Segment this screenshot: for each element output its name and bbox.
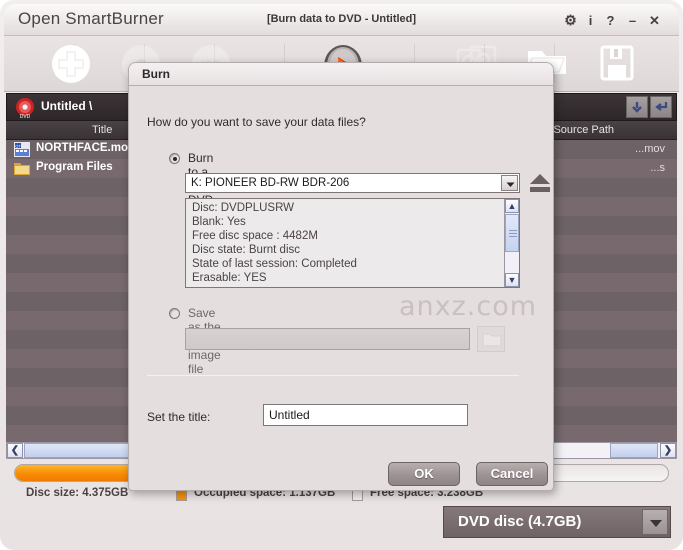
help-icon[interactable]: ? xyxy=(602,12,619,29)
drive-value: K: PIONEER BD-RW BDR-206 xyxy=(191,177,350,189)
floppy-save-icon xyxy=(600,45,634,81)
move-down-button[interactable] xyxy=(626,96,648,118)
title-input[interactable]: Untitled xyxy=(263,404,468,426)
disc-info-line: Free disc space : 4482M xyxy=(192,230,318,242)
disc-info-line: State of last session: Completed xyxy=(192,258,357,270)
disc-size-label: Disc size: 4.375GB xyxy=(26,487,129,499)
dialog-title-bar: Burn xyxy=(129,63,553,86)
file-name: Program Files xyxy=(36,161,113,173)
folder-icon xyxy=(14,163,30,175)
dialog-title: Burn xyxy=(142,67,170,81)
disc-info-line: Erasable: YES xyxy=(192,272,267,284)
close-icon[interactable]: ✕ xyxy=(646,12,663,29)
burn-dialog: Burn How do you want to save your data f… xyxy=(128,62,554,491)
scrollbar-thumb[interactable] xyxy=(505,214,519,252)
cancel-button[interactable]: Cancel xyxy=(476,462,548,486)
scroll-down-icon[interactable]: ▼ xyxy=(505,273,519,287)
eject-button[interactable] xyxy=(527,171,553,195)
minimize-icon[interactable]: – xyxy=(624,12,641,29)
eject-icon xyxy=(530,174,550,192)
folder-browse-icon[interactable] xyxy=(477,326,505,352)
chevron-down-icon[interactable] xyxy=(501,175,518,191)
plus-circle-icon xyxy=(52,45,90,83)
file-source-path: ...s xyxy=(650,162,665,174)
disc-type-value: DVD disc (4.7GB) xyxy=(458,513,582,530)
radio-indicator[interactable] xyxy=(169,153,180,164)
enter-icon xyxy=(655,102,668,111)
svg-text:DVD: DVD xyxy=(20,114,31,119)
dialog-question: How do you want to save your data files? xyxy=(147,115,366,129)
svg-text:QT: QT xyxy=(15,143,21,148)
column-header-title[interactable]: Title xyxy=(92,124,112,136)
radio-indicator[interactable] xyxy=(169,308,180,319)
disc-info-scrollbar[interactable]: ▲ ▼ xyxy=(504,199,519,287)
dvd-disc-icon: DVD xyxy=(16,98,34,119)
scrollbar-thumb[interactable] xyxy=(24,443,136,458)
title-input-value: Untitled xyxy=(269,408,310,422)
gear-icon[interactable]: ⚙ xyxy=(562,12,579,29)
quicktime-movie-icon: QT xyxy=(14,142,30,157)
project-label: Untitled \ xyxy=(41,99,93,113)
scrollbar-thumb-right[interactable] xyxy=(610,443,658,458)
title-bar: Open SmartBurner [Burn data to DVD - Unt… xyxy=(4,4,679,36)
iso-path-input[interactable] xyxy=(185,328,470,350)
disc-info-listbox[interactable]: Disc: DVDPLUSRW Blank: Yes Free disc spa… xyxy=(185,198,520,288)
scroll-right-icon[interactable]: ❯ xyxy=(660,443,676,458)
watermark-text: anxz.com xyxy=(399,291,538,322)
scroll-up-icon[interactable]: ▲ xyxy=(505,199,519,213)
chevron-down-icon[interactable] xyxy=(642,509,668,535)
disc-type-select[interactable]: DVD disc (4.7GB) xyxy=(443,506,671,538)
enter-button[interactable] xyxy=(650,96,672,118)
move-down-icon xyxy=(632,102,642,113)
occupied-swatch xyxy=(176,490,187,501)
dialog-divider xyxy=(147,375,519,376)
disc-info-line: Disc state: Burnt disc xyxy=(192,244,301,256)
file-source-path: ...mov xyxy=(635,143,665,155)
free-swatch xyxy=(352,490,363,501)
title-field-label: Set the title: xyxy=(147,410,211,424)
save-project-button[interactable] xyxy=(584,38,650,90)
add-files-button[interactable] xyxy=(38,38,104,90)
application-window: Open SmartBurner [Burn data to DVD - Unt… xyxy=(0,0,683,550)
file-name: NORTHFACE.mov xyxy=(36,142,135,154)
ok-button[interactable]: OK xyxy=(388,462,460,486)
column-header-source-path[interactable]: Source Path xyxy=(553,124,614,136)
disc-info-line: Disc: DVDPLUSRW xyxy=(192,202,295,214)
disc-info-line: Blank: Yes xyxy=(192,216,246,228)
scroll-left-icon[interactable]: ❮ xyxy=(7,443,23,458)
info-icon[interactable]: i xyxy=(582,12,599,29)
drive-select[interactable]: K: PIONEER BD-RW BDR-206 xyxy=(185,173,520,193)
